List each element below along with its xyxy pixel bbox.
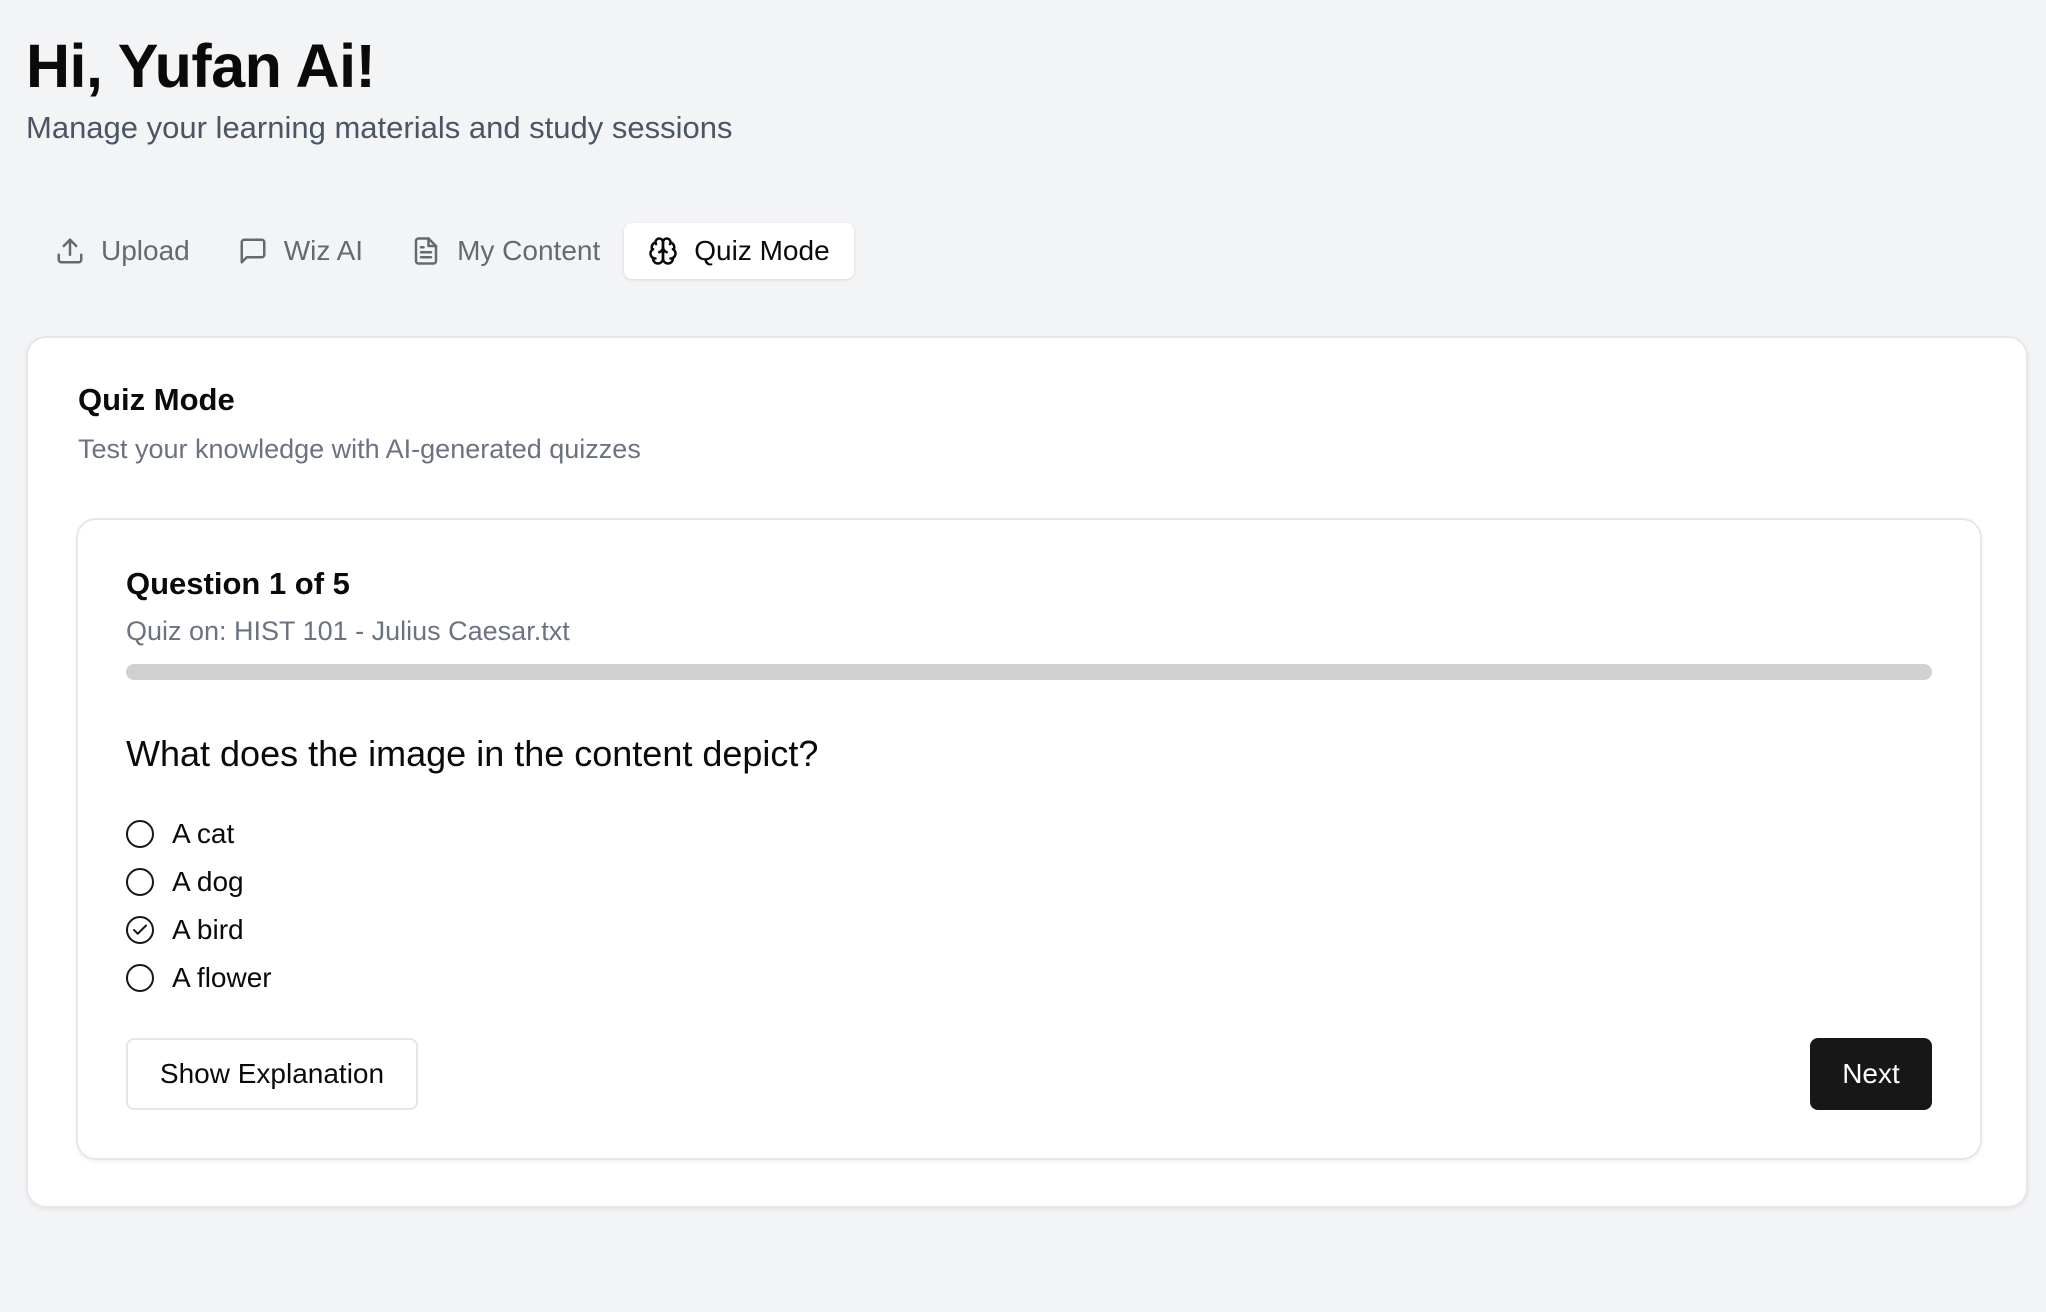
question-text: What does the image in the content depic… xyxy=(126,733,819,774)
answer-option-bird[interactable]: A bird xyxy=(126,906,272,954)
radio-button[interactable] xyxy=(126,964,154,992)
quiz-source: Quiz on: HIST 101 - Julius Caesar.txt xyxy=(126,616,570,646)
upload-icon xyxy=(57,238,83,264)
quiz-progress-bar xyxy=(126,664,1932,680)
answer-label: A dog xyxy=(172,866,244,897)
answer-option-flower[interactable]: A flower xyxy=(126,954,272,1002)
tab-label: Quiz Mode xyxy=(694,235,830,266)
answer-label: A cat xyxy=(172,818,235,849)
card-description: Test your knowledge with AI-generated qu… xyxy=(78,434,641,464)
show-explanation-button[interactable]: Show Explanation xyxy=(126,1038,418,1110)
answer-option-cat[interactable]: A cat xyxy=(126,810,272,858)
card-title: Quiz Mode xyxy=(78,382,235,417)
greeting-title: Hi, Yufan Ai! xyxy=(26,32,376,100)
answer-options: A cat A dog A bird A flower xyxy=(126,810,272,1002)
tab-my-content[interactable]: My Content xyxy=(387,223,624,279)
question-counter: Question 1 of 5 xyxy=(126,566,350,601)
greeting-subtitle: Manage your learning materials and study… xyxy=(26,110,733,145)
radio-button-selected[interactable] xyxy=(126,916,154,944)
question-card: Question 1 of 5 Quiz on: HIST 101 - Juli… xyxy=(76,518,1982,1160)
chat-bubble-icon xyxy=(240,238,266,264)
tab-quiz-mode[interactable]: Quiz Mode xyxy=(624,223,854,279)
dashboard-page: Hi, Yufan Ai! Manage your learning mater… xyxy=(0,0,2046,1312)
answer-label: A flower xyxy=(172,962,272,993)
tab-wiz-ai[interactable]: Wiz AI xyxy=(214,223,387,279)
tab-label: Wiz AI xyxy=(283,235,364,266)
radio-button[interactable] xyxy=(126,820,154,848)
check-icon xyxy=(133,924,147,935)
brain-icon xyxy=(649,237,677,265)
tab-label: My Content xyxy=(457,235,601,266)
quiz-mode-card: Quiz Mode Test your knowledge with AI-ge… xyxy=(26,336,2028,1208)
tab-bar: Upload Wiz AI My Content Quiz Mode xyxy=(26,218,859,284)
next-button[interactable]: Next xyxy=(1810,1038,1932,1110)
document-icon xyxy=(414,237,438,265)
answer-label: A bird xyxy=(172,914,244,945)
tab-upload[interactable]: Upload xyxy=(31,223,214,279)
answer-option-dog[interactable]: A dog xyxy=(126,858,272,906)
tab-label: Upload xyxy=(101,235,190,266)
radio-button[interactable] xyxy=(126,868,154,896)
